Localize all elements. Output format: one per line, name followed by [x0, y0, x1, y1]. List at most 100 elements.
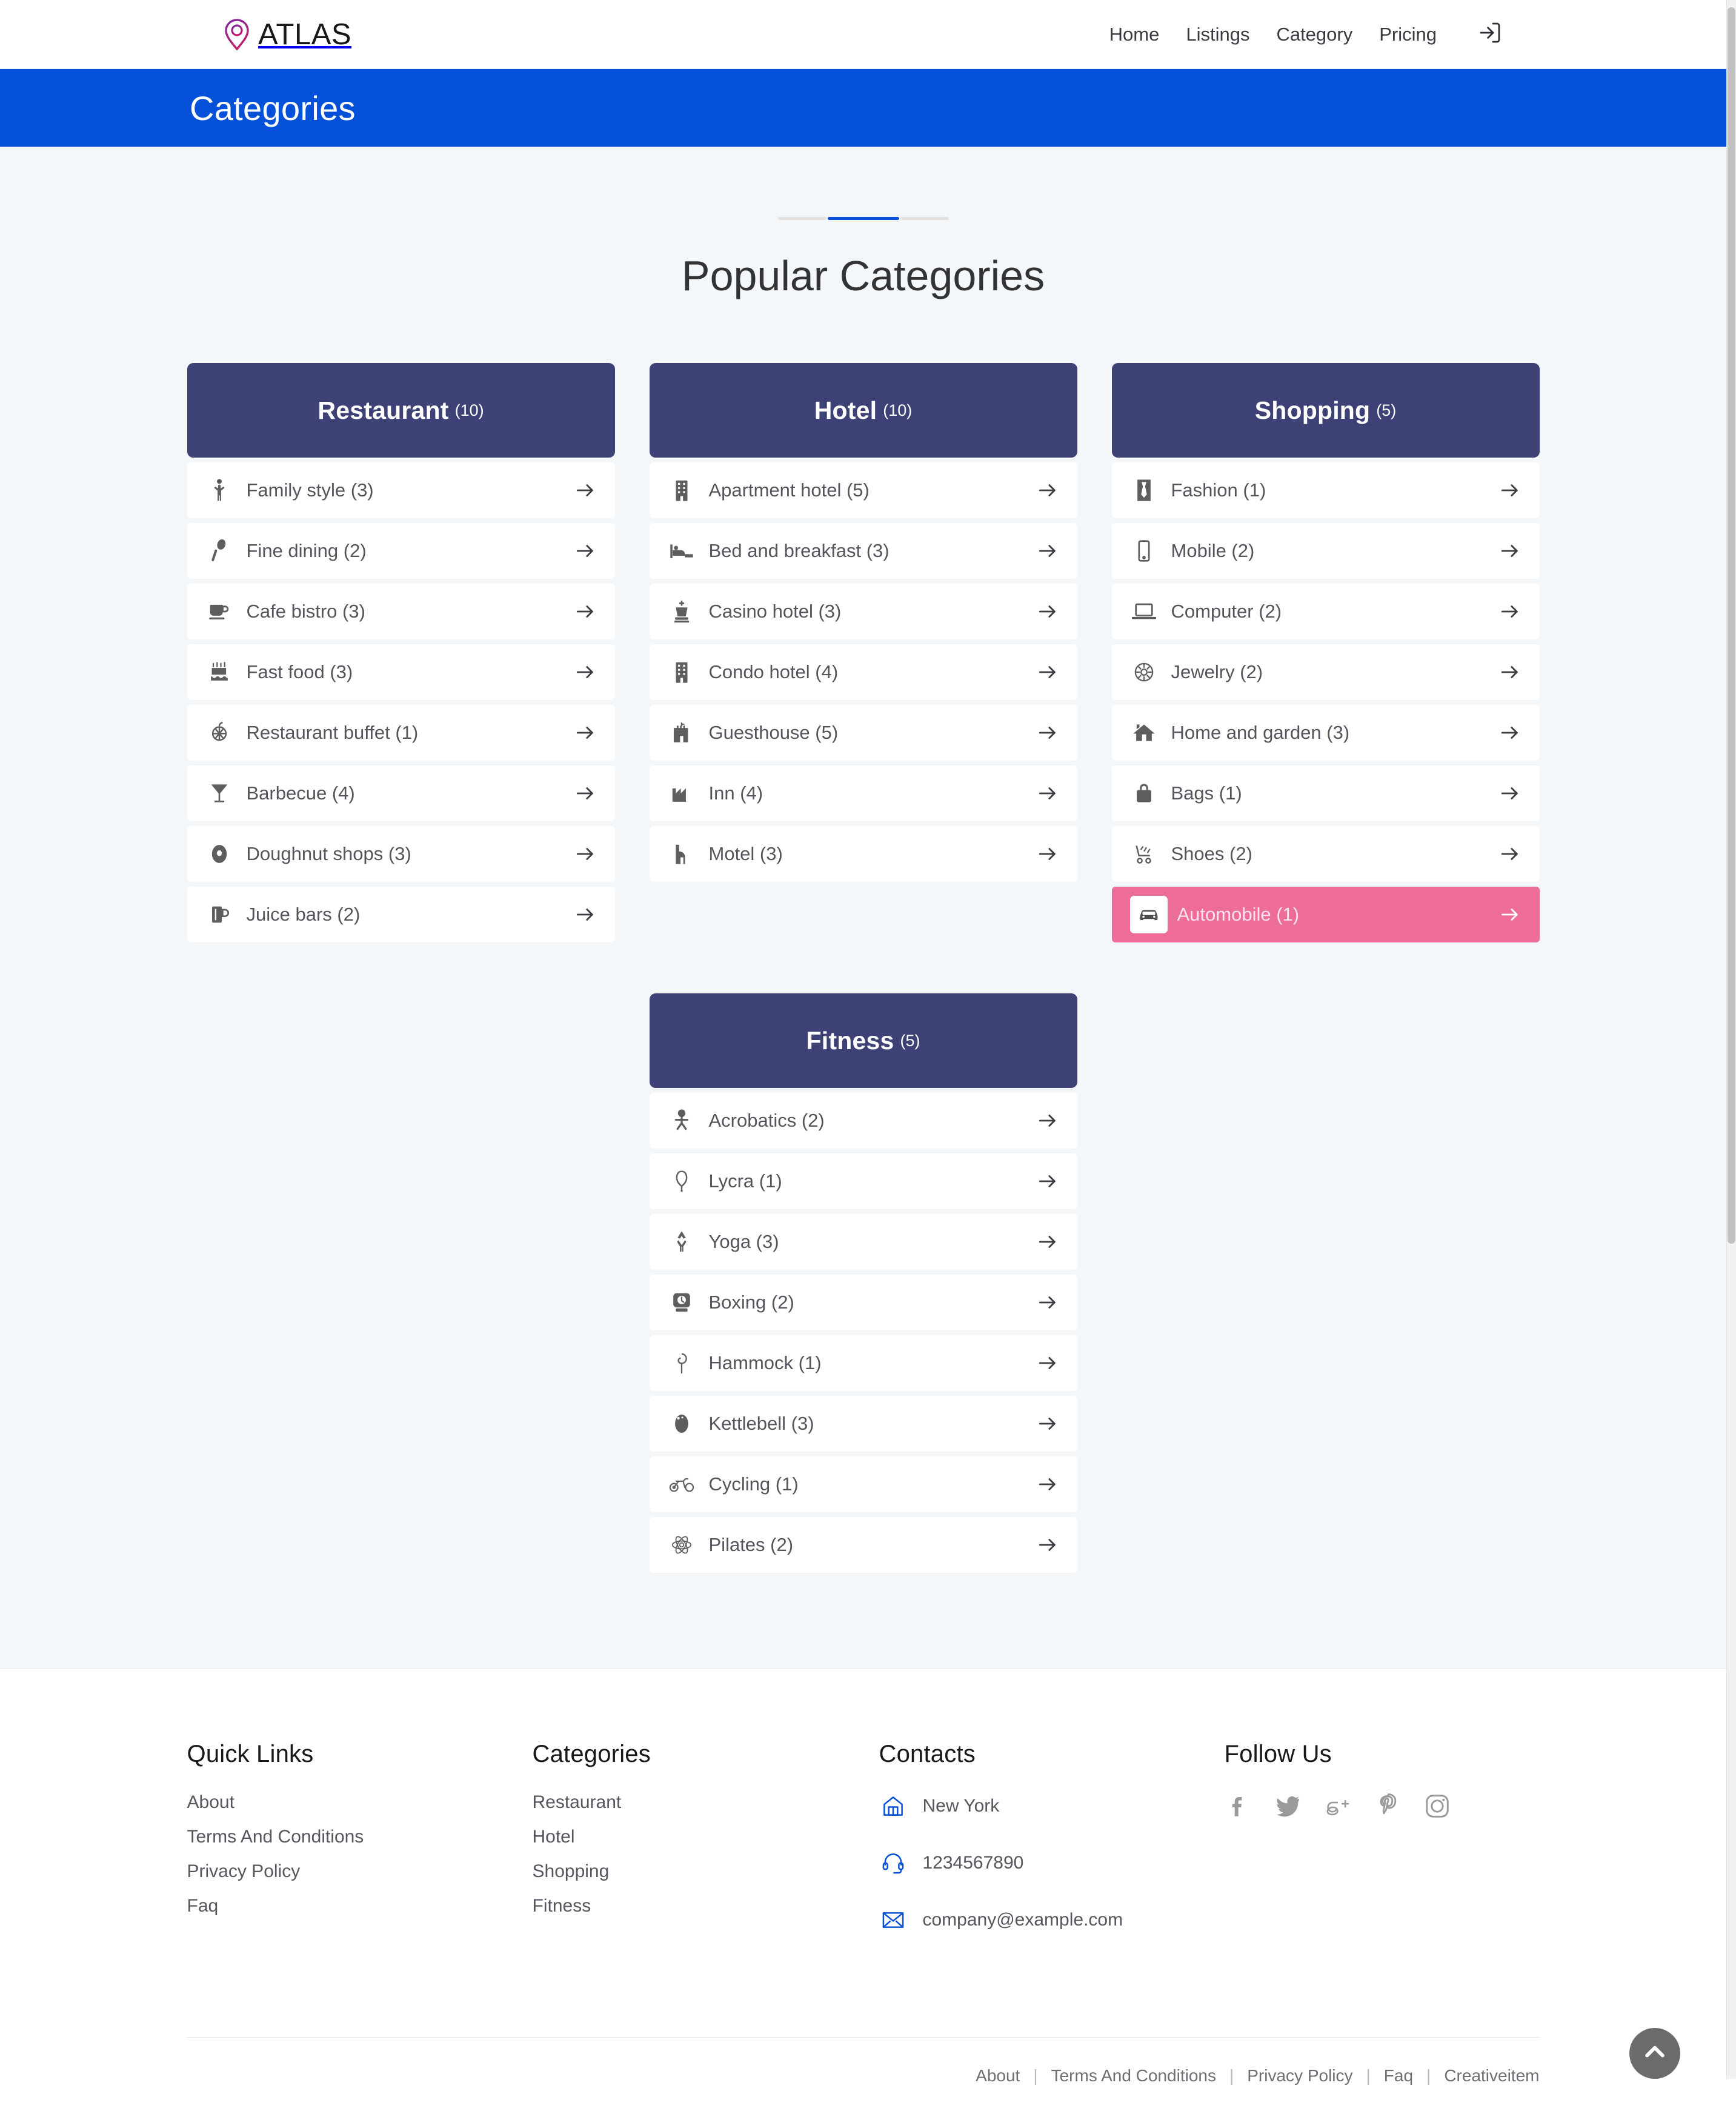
- nav-item-category[interactable]: Category: [1263, 24, 1366, 45]
- bottom-link-about[interactable]: About: [976, 2066, 1020, 2086]
- list-item[interactable]: Home and garden (3): [1111, 705, 1540, 761]
- laptop-icon: [1130, 598, 1158, 625]
- footer-link-shopping[interactable]: Shopping: [533, 1861, 879, 1882]
- category-card-shopping: Shopping (5) Fashion (1) Mobile (2) Comp…: [1111, 363, 1540, 942]
- footer-link-restaurant[interactable]: Restaurant: [533, 1792, 879, 1813]
- footer-link-terms[interactable]: Terms And Conditions: [187, 1827, 533, 1847]
- hammock-icon: [668, 1349, 696, 1377]
- scrollbar-thumb[interactable]: [1728, 7, 1735, 1244]
- bottom-link-terms[interactable]: Terms And Conditions: [1051, 2066, 1216, 2086]
- list-item-label: Barbecue (4): [246, 782, 355, 804]
- arrow-right-icon: [574, 661, 597, 684]
- list-item[interactable]: Cycling (1): [649, 1456, 1077, 1512]
- list-item-label: Restaurant buffet (1): [246, 722, 419, 743]
- list-item[interactable]: Bags (1): [1111, 765, 1540, 821]
- pinterest-icon[interactable]: [1374, 1792, 1402, 1820]
- bottom-link-faq[interactable]: Faq: [1384, 2066, 1413, 2086]
- arrow-right-icon: [1498, 539, 1521, 562]
- beer-mug-icon: [205, 901, 233, 929]
- list-item[interactable]: Juice bars (2): [187, 887, 615, 942]
- category-column-fitness: Fitness (5) Acrobatics (2) Lycra (1) Yog…: [649, 947, 1077, 1578]
- handbag-icon: [1130, 779, 1158, 807]
- footer-link-hotel[interactable]: Hotel: [533, 1827, 879, 1847]
- list-item[interactable]: Bed and breakfast (3): [649, 523, 1077, 579]
- list-item[interactable]: Guesthouse (5): [649, 705, 1077, 761]
- instagram-icon[interactable]: [1423, 1792, 1451, 1820]
- list-item[interactable]: Computer (2): [1111, 584, 1540, 639]
- list-item-label: Casino hotel (3): [708, 601, 842, 622]
- list-item[interactable]: Fine dining (2): [187, 523, 615, 579]
- cake-icon: [205, 658, 233, 686]
- list-item[interactable]: Casino hotel (3): [649, 584, 1077, 639]
- card-count: (5): [900, 1031, 920, 1050]
- twitter-icon[interactable]: [1274, 1792, 1302, 1820]
- footer-col-follow-us: Follow Us: [1225, 1741, 1540, 1963]
- list-item[interactable]: Family style (3): [187, 462, 615, 518]
- nav-item-listings[interactable]: Listings: [1172, 24, 1263, 45]
- list-item[interactable]: Hammock (1): [649, 1335, 1077, 1391]
- list-item[interactable]: Cafe bistro (3): [187, 584, 615, 639]
- login-button[interactable]: [1478, 21, 1502, 48]
- list-item[interactable]: Kettlebell (3): [649, 1396, 1077, 1452]
- nav-item-home[interactable]: Home: [1096, 24, 1173, 45]
- footer-link-fitness[interactable]: Fitness: [533, 1896, 879, 1916]
- arrow-right-icon: [574, 600, 597, 623]
- list-item[interactable]: Motel (3): [649, 826, 1077, 882]
- list-item-label: Boxing (2): [708, 1292, 794, 1313]
- site-footer: Quick Links About Terms And Conditions P…: [0, 1669, 1726, 2114]
- list-item[interactable]: Barbecue (4): [187, 765, 615, 821]
- bicycle-icon: [668, 1470, 696, 1498]
- headset-outline-icon: [879, 1849, 907, 1877]
- footer-link-faq[interactable]: Faq: [187, 1896, 533, 1916]
- facebook-icon[interactable]: [1225, 1792, 1252, 1820]
- balloon-icon: [668, 1167, 696, 1195]
- list-item[interactable]: Pilates (2): [649, 1517, 1077, 1573]
- arrow-right-icon: [1036, 1291, 1059, 1314]
- scroll-to-top-button[interactable]: [1629, 2028, 1680, 2079]
- list-item[interactable]: Fashion (1): [1111, 462, 1540, 518]
- map-pin-icon: [224, 18, 250, 51]
- page-scrollbar[interactable]: [1726, 0, 1736, 2079]
- contact-email-text: company@example.com: [922, 1910, 1123, 1930]
- list-item[interactable]: Lycra (1): [649, 1153, 1077, 1209]
- brand-logo[interactable]: ATLAS: [224, 18, 351, 52]
- list-item[interactable]: Doughnut shops (3): [187, 826, 615, 882]
- bottom-link-creativeitem[interactable]: Creativeitem: [1444, 2066, 1539, 2086]
- card-title: Fitness: [806, 1026, 894, 1055]
- brand-name: ATLAS: [258, 18, 352, 51]
- contact-phone: 1234567890: [879, 1849, 1225, 1877]
- footer-heading-contacts: Contacts: [879, 1741, 976, 1767]
- list-item[interactable]: Mobile (2): [1111, 523, 1540, 579]
- list-item[interactable]: Restaurant buffet (1): [187, 705, 615, 761]
- list-item-label: Guesthouse (5): [708, 722, 839, 743]
- footer-link-privacy[interactable]: Privacy Policy: [187, 1861, 533, 1882]
- divider-right: [900, 217, 949, 220]
- footer-bottom-bar: About | Terms And Conditions | Privacy P…: [187, 2038, 1539, 2114]
- arrow-right-icon: [1036, 661, 1059, 684]
- home-icon: [1130, 719, 1158, 747]
- category-card-restaurant: Restaurant (10) Family style (3) Fine di…: [187, 363, 615, 942]
- arrow-right-icon: [1036, 782, 1059, 805]
- list-item-label: Motel (3): [708, 843, 783, 864]
- arrow-right-icon: [574, 479, 597, 502]
- list-item[interactable]: Acrobatics (2): [649, 1093, 1077, 1149]
- footer-heading-quick-links: Quick Links: [187, 1741, 314, 1767]
- arrow-right-icon: [1036, 1170, 1059, 1193]
- bottom-link-privacy[interactable]: Privacy Policy: [1247, 2066, 1352, 2086]
- envelope-outline-icon: [879, 1906, 907, 1934]
- footer-link-about[interactable]: About: [187, 1792, 533, 1813]
- list-item[interactable]: Boxing (2): [649, 1275, 1077, 1330]
- list-item[interactable]: Inn (4): [649, 765, 1077, 821]
- arrow-right-icon: [1036, 1352, 1059, 1375]
- kettlebell-icon: [668, 1410, 696, 1438]
- list-item[interactable]: Yoga (3): [649, 1214, 1077, 1270]
- nav-item-pricing[interactable]: Pricing: [1366, 24, 1450, 45]
- list-item[interactable]: Fast food (3): [187, 644, 615, 700]
- list-item-automobile[interactable]: Automobile (1): [1111, 887, 1540, 942]
- list-item[interactable]: Apartment hotel (5): [649, 462, 1077, 518]
- list-item[interactable]: Condo hotel (4): [649, 644, 1077, 700]
- google-plus-icon[interactable]: [1324, 1792, 1352, 1820]
- list-item[interactable]: Shoes (2): [1111, 826, 1540, 882]
- list-item[interactable]: Jewelry (2): [1111, 644, 1540, 700]
- banner-title: Categories: [190, 88, 356, 127]
